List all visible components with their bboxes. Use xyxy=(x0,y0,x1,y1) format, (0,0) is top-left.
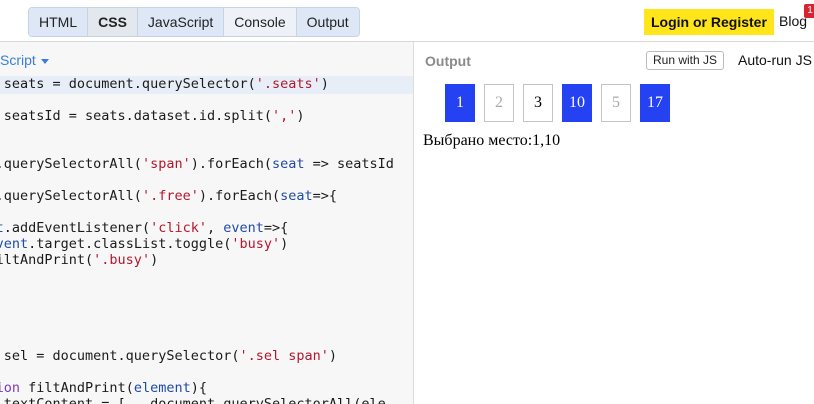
code-token: seat xyxy=(272,156,305,172)
code-token: ) xyxy=(150,252,159,268)
code-token: const sel = document.querySelector( xyxy=(3,348,240,364)
language-selector[interactable]: Script xyxy=(0,52,49,68)
code-line[interactable] xyxy=(0,332,394,348)
selected-seats-text: Выбрано место:1,10 xyxy=(423,132,561,149)
code-token: filtAndPrint( xyxy=(0,252,94,268)
seat-17[interactable]: 17 xyxy=(640,84,670,122)
code-token: ).forEach( xyxy=(190,156,272,172)
login-register-button[interactable]: Login or Register xyxy=(644,9,774,35)
output-label: Output xyxy=(425,53,471,69)
code-token: => seatsId xyxy=(304,156,394,172)
seats-row: 1 2 3 10 5 17 xyxy=(445,84,670,122)
top-toolbar: HTML CSS JavaScript Console Output Login… xyxy=(0,0,814,42)
code-token: =>{ xyxy=(312,188,338,204)
js-editor-panel[interactable]: Script const seats = document.querySelec… xyxy=(0,42,414,404)
code-line[interactable] xyxy=(0,364,394,380)
code-line[interactable] xyxy=(0,284,394,300)
blog-link[interactable]: Blog xyxy=(779,13,807,29)
code-token: seats.querySelectorAll( xyxy=(0,188,142,204)
code-line[interactable] xyxy=(0,204,394,220)
code-token: '.busy' xyxy=(93,252,151,268)
auto-run-js-toggle[interactable]: Auto-run JS xyxy=(738,52,812,68)
code-token: seat xyxy=(280,188,313,204)
code-line[interactable] xyxy=(0,300,394,316)
code-token: const seats = document.querySelector( xyxy=(3,76,256,92)
code-line[interactable]: seats.querySelectorAll('span').forEach(s… xyxy=(0,156,394,172)
code-token: element xyxy=(133,380,191,396)
code-line[interactable] xyxy=(0,316,394,332)
tab-console[interactable]: Console xyxy=(224,8,297,36)
code-token: filtAndPrint( xyxy=(20,380,134,396)
code-token: '.free' xyxy=(141,188,199,204)
seat-1[interactable]: 1 xyxy=(445,84,475,122)
code-line[interactable] xyxy=(0,172,394,188)
panel-tabs: HTML CSS JavaScript Console Output xyxy=(28,7,360,37)
code-token: '.sel span' xyxy=(239,348,329,364)
code-token: event xyxy=(223,220,264,236)
code-line[interactable] xyxy=(0,140,394,156)
chevron-down-icon xyxy=(40,58,49,64)
code-token: 'click' xyxy=(150,220,207,236)
code-token: event xyxy=(0,236,29,252)
code-token: function xyxy=(0,380,21,396)
code-token: ) xyxy=(328,348,338,364)
code-token: .target.classList.toggle( xyxy=(28,236,232,252)
code-token: .addEventListener( xyxy=(3,220,151,236)
output-panel: Output Run with JS Auto-run JS 1 2 3 10 5 17 … xyxy=(415,42,814,404)
code-line[interactable]: seats.querySelectorAll('.free').forEach(… xyxy=(0,188,394,204)
code-token: seats.querySelectorAll( xyxy=(0,156,142,172)
code-area[interactable]: const seats = document.querySelector('.s… xyxy=(0,76,394,404)
seat-10[interactable]: 10 xyxy=(562,84,592,122)
run-with-js-button[interactable]: Run with JS xyxy=(646,51,725,70)
seat-5: 5 xyxy=(601,84,631,122)
code-token: const seatsId = seats.dataset.id.split( xyxy=(3,108,272,124)
blog-notification-badge: 1 xyxy=(804,4,814,18)
code-token: ) xyxy=(320,76,329,92)
code-line[interactable]: const seats = document.querySelector('.s… xyxy=(0,76,394,92)
code-token: '.seats' xyxy=(255,76,321,92)
code-token: 'busy' xyxy=(231,236,281,252)
code-token: sel.textContent = [...document.querySele… xyxy=(0,396,386,404)
code-line[interactable]: filtAndPrint('.busy') xyxy=(0,252,394,268)
code-token: ) xyxy=(296,108,305,124)
seat-3[interactable]: 3 xyxy=(523,84,553,122)
code-line[interactable]: sel.textContent = [...document.querySele… xyxy=(0,396,394,404)
tab-css[interactable]: CSS xyxy=(88,8,138,36)
code-line[interactable] xyxy=(0,124,394,140)
code-line[interactable]: const seatsId = seats.dataset.id.split('… xyxy=(0,108,394,124)
code-line[interactable] xyxy=(0,268,394,284)
code-token: , xyxy=(207,220,224,236)
code-token: ){ xyxy=(190,380,207,396)
code-line[interactable] xyxy=(0,92,394,108)
code-line[interactable]: const sel = document.querySelector('.sel… xyxy=(0,348,394,364)
code-token: ).forEach( xyxy=(198,188,281,204)
seat-2: 2 xyxy=(484,84,514,122)
code-line[interactable]: event.target.classList.toggle('busy') xyxy=(0,236,394,252)
code-line[interactable]: function filtAndPrint(element){ xyxy=(0,380,394,396)
code-token: ) xyxy=(280,236,289,252)
tab-output[interactable]: Output xyxy=(296,8,359,36)
code-token: =>{ xyxy=(263,220,289,236)
tab-javascript[interactable]: JavaScript xyxy=(137,8,225,36)
code-line[interactable]: seat.addEventListener('click', event=>{ xyxy=(0,220,394,236)
code-token: 'span' xyxy=(141,156,191,172)
code-token: ',' xyxy=(271,108,297,124)
tab-html[interactable]: HTML xyxy=(29,8,89,36)
language-label: Script xyxy=(0,52,36,68)
